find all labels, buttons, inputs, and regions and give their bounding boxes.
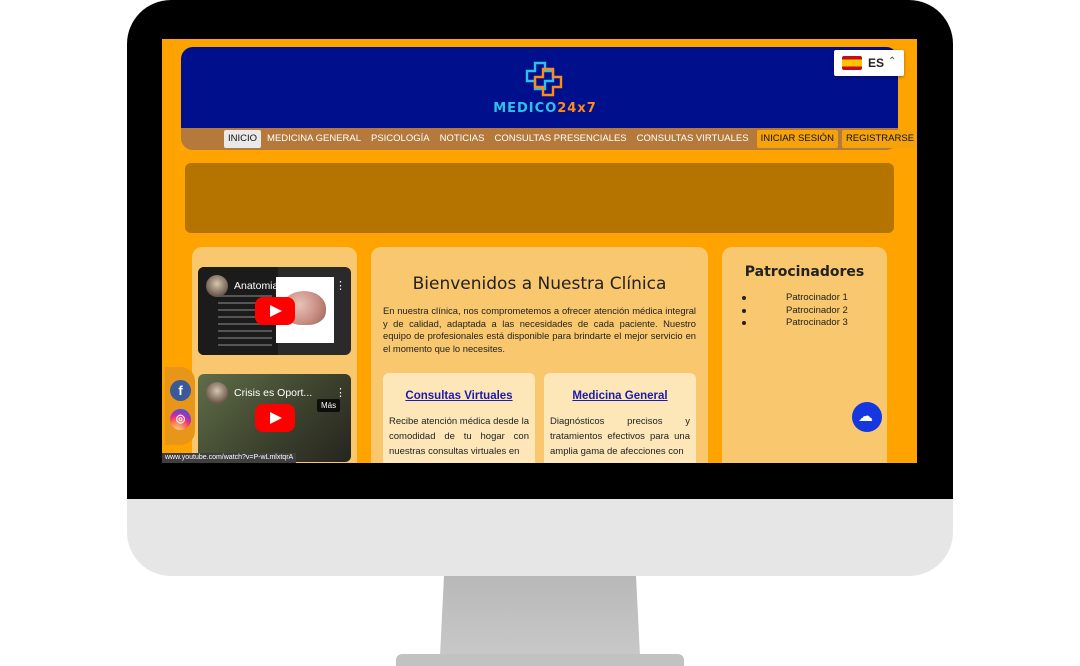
video-embed-anatomia[interactable]: Anatomia del C... ⋮ — [198, 267, 351, 355]
nav-item-psicologia[interactable]: PSICOLOGÍA — [367, 130, 434, 148]
sponsors-title: Patrocinadores — [744, 264, 865, 280]
instagram-icon[interactable]: ◎ — [170, 409, 191, 430]
register-button[interactable]: REGISTRARSE — [841, 130, 917, 148]
main-nav: INICIO MEDICINA GENERAL PSICOLOGÍA NOTIC… — [181, 128, 917, 150]
logo-text-accent: 24x7 — [557, 101, 597, 116]
site-header: MEDICO24x7 — [181, 47, 898, 128]
status-url: www.youtube.com/watch?v=P-wLmlxtqrA — [162, 453, 297, 463]
play-icon[interactable] — [255, 297, 295, 325]
sponsors-list: Patrocinador 1 Patrocinador 2 Patrocinad… — [742, 292, 882, 330]
soundcloud-icon: ☁ — [858, 408, 873, 425]
site-logo[interactable]: MEDICO24x7 — [475, 59, 615, 119]
spain-flag-icon — [842, 56, 862, 70]
card-link-consultas-virtuales[interactable]: Consultas Virtuales — [383, 390, 535, 402]
channel-avatar[interactable] — [206, 382, 228, 404]
language-code: ES — [868, 56, 885, 70]
video-title[interactable]: Crisis es Oport... — [234, 387, 312, 399]
sponsor-item: Patrocinador 1 — [742, 292, 882, 305]
logo-text: MEDICO24x7 — [475, 102, 615, 116]
card-link-medicina-general[interactable]: Medicina General — [544, 390, 696, 402]
social-sidebar: f ◎ — [165, 367, 195, 445]
facebook-icon[interactable]: f — [170, 380, 191, 401]
website-screen: MEDICO24x7 INICIO MEDICINA GENERAL PSICO… — [162, 39, 917, 463]
videos-panel: Anatomia del C... ⋮ Crisis es Oport... ⋮… — [192, 247, 357, 463]
channel-avatar[interactable] — [206, 275, 228, 297]
play-icon[interactable] — [255, 404, 295, 432]
language-selector[interactable]: ES ⌃ — [834, 50, 904, 76]
hero-banner — [185, 163, 894, 233]
sponsor-item: Patrocinador 2 — [742, 305, 882, 318]
nav-item-medicina-general[interactable]: MEDICINA GENERAL — [263, 130, 365, 148]
welcome-title: Bienvenidos a Nuestra Clínica — [412, 274, 667, 294]
medical-cross-icon — [525, 61, 563, 97]
more-button[interactable]: Más — [317, 399, 341, 412]
sponsor-item: Patrocinador 3 — [742, 317, 882, 330]
soundcloud-button[interactable]: ☁ — [852, 402, 882, 432]
welcome-panel: Bienvenidos a Nuestra Clínica En nuestra… — [371, 247, 708, 463]
video-title[interactable]: Anatomia del C... — [234, 280, 315, 292]
login-button[interactable]: INICIAR SESIÓN — [756, 130, 838, 148]
monitor-stand-base — [396, 654, 684, 666]
nav-item-noticias[interactable]: NOTICIAS — [436, 130, 489, 148]
service-card-virtual: Consultas Virtuales Recibe atención médi… — [383, 373, 535, 463]
video-embed-crisis[interactable]: Crisis es Oport... ⋮ Más — [198, 374, 351, 462]
service-card-medicina: Medicina General Diagnósticos precisos y… — [544, 373, 696, 463]
chevron-up-icon: ⌃ — [888, 56, 897, 67]
logo-text-main: MEDICO — [493, 101, 558, 116]
monitor-chin — [127, 499, 953, 576]
nav-item-consultas-virtuales[interactable]: CONSULTAS VIRTUALES — [633, 130, 753, 148]
more-vert-icon[interactable]: ⋮ — [335, 279, 346, 292]
more-vert-icon[interactable]: ⋮ — [335, 386, 346, 399]
monitor-stand — [440, 576, 640, 656]
nav-item-consultas-presenciales[interactable]: CONSULTAS PRESENCIALES — [490, 130, 630, 148]
welcome-text: En nuestra clínica, nos comprometemos a … — [383, 305, 696, 354]
card-text: Recibe atención médica desde la comodida… — [389, 416, 529, 457]
nav-item-inicio[interactable]: INICIO — [224, 130, 262, 148]
card-text: Diagnósticos precisos y tratamientos efe… — [550, 416, 690, 457]
